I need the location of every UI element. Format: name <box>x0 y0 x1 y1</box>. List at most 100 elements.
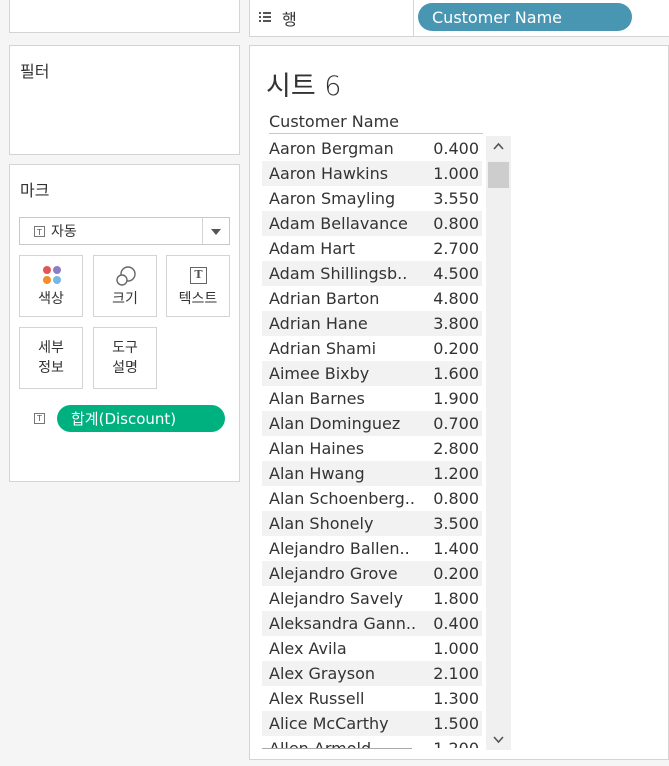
customer-name-cell: Aleksandra Gann.. <box>269 614 417 633</box>
customer-name-cell: Alan Dominguez <box>269 414 401 433</box>
customer-name-pill[interactable]: Customer Name <box>418 3 632 31</box>
scrollbar-thumb[interactable] <box>488 162 509 188</box>
customer-name-cell: Aaron Hawkins <box>269 164 389 183</box>
table-row[interactable]: Alan Barnes 1.900 <box>262 386 482 411</box>
customer-name-cell: Alejandro Ballen.. <box>269 539 410 558</box>
discount-sum-pill[interactable]: 합계(Discount) <box>57 405 225 432</box>
discount-value-cell: 1.000 <box>433 164 479 183</box>
size-circles-icon <box>116 266 136 286</box>
table-row[interactable]: Alan Hwang 1.200 <box>262 461 482 486</box>
customer-name-cell: Adam Shillingsb.. <box>269 264 408 283</box>
pages-card <box>9 0 240 33</box>
mark-type-label: 자동 <box>51 224 77 240</box>
discount-value-cell: 0.800 <box>433 214 479 233</box>
filters-card[interactable]: 필터 <box>9 45 240 155</box>
text-t-icon[interactable]: T <box>34 413 45 424</box>
customer-name-cell: Adrian Hane <box>269 314 368 333</box>
discount-value-cell: 0.200 <box>433 564 479 583</box>
rows-list-icon <box>259 12 271 22</box>
filters-title: 필터 <box>20 62 50 81</box>
customer-name-cell: Alex Russell <box>269 689 365 708</box>
vertical-scrollbar[interactable] <box>486 136 511 750</box>
discount-value-cell: 1.200 <box>433 739 479 748</box>
customer-name-cell: Adrian Shami <box>269 339 377 358</box>
text-mark-icon: T <box>34 225 45 237</box>
chevron-up-icon[interactable] <box>486 136 511 158</box>
customer-name-cell: Alice McCarthy <box>269 714 389 733</box>
table-row[interactable]: Alejandro Ballen.. 1.400 <box>262 536 482 561</box>
discount-value-cell: 1.400 <box>433 539 479 558</box>
discount-value-cell: 1.000 <box>433 639 479 658</box>
table-row[interactable]: Alan Shonely 3.500 <box>262 511 482 536</box>
table-row[interactable]: Alex Grayson 2.100 <box>262 661 482 686</box>
discount-value-cell: 2.100 <box>433 664 479 683</box>
table-row[interactable]: Aaron Bergman 0.400 <box>262 136 482 161</box>
table-row[interactable]: Alice McCarthy 1.500 <box>262 711 482 736</box>
customer-name-cell: Allen Armold <box>269 739 423 748</box>
table-row[interactable]: Alan Haines 2.800 <box>262 436 482 461</box>
discount-value-cell: 2.800 <box>433 439 479 458</box>
discount-value-cell: 3.550 <box>433 189 479 208</box>
table-row[interactable]: Alejandro Savely 1.800 <box>262 586 482 611</box>
table-row[interactable]: Aaron Hawkins 1.000 <box>262 161 482 186</box>
data-table: Aaron Bergman 0.400 Aaron Hawkins 1.000 Aaro… <box>262 136 482 748</box>
discount-value-cell: 2.700 <box>433 239 479 258</box>
discount-value-cell: 0.200 <box>433 339 479 358</box>
customer-name-cell: Alejandro Grove <box>269 564 398 583</box>
color-button[interactable]: 색상 <box>19 255 83 317</box>
customer-name-cell: Aaron Bergman <box>269 139 394 158</box>
tooltip-label-line2: 설명 <box>112 360 138 376</box>
table-row[interactable]: Aaron Smayling 3.550 <box>262 186 482 211</box>
discount-value-cell: 4.500 <box>433 264 479 283</box>
customer-name-cell: Adrian Barton <box>269 289 380 308</box>
customer-name-cell: Alex Avila <box>269 639 347 658</box>
discount-value-cell: 0.800 <box>433 489 479 508</box>
customer-name-cell: Alex Grayson <box>269 664 376 683</box>
discount-value-cell: 1.200 <box>433 464 479 483</box>
customer-name-cell: Adam Bellavance <box>269 214 408 233</box>
table-bottom-border <box>262 748 412 749</box>
discount-value-cell: 1.600 <box>433 364 479 383</box>
discount-value-cell: 0.700 <box>433 414 479 433</box>
customer-name-cell: Adam Hart <box>269 239 355 258</box>
customer-name-cell: Alan Schoenberg.. <box>269 489 415 508</box>
table-row[interactable]: Adam Hart 2.700 <box>262 236 482 261</box>
table-row[interactable]: Aleksandra Gann.. 0.400 <box>262 611 482 636</box>
shelf-separator <box>413 0 414 36</box>
table-row[interactable]: Alan Dominguez 0.700 <box>262 411 482 436</box>
customer-name-cell: Alan Shonely <box>269 514 374 533</box>
chevron-down-icon[interactable] <box>211 229 221 235</box>
table-row[interactable]: Alex Avila 1.000 <box>262 636 482 661</box>
worksheet-view: 시트 6 Customer Name Aaron Bergman 0.400 Aar… <box>249 45 669 760</box>
table-row[interactable]: Adrian Shami 0.200 <box>262 336 482 361</box>
dropdown-separator <box>202 218 203 244</box>
detail-button[interactable]: 세부 정보 <box>19 327 83 389</box>
table-row[interactable]: Alex Russell 1.300 <box>262 686 482 711</box>
discount-value-cell: 3.500 <box>433 514 479 533</box>
mark-type-dropdown[interactable]: T 자동 <box>19 217 230 245</box>
text-t-icon: T <box>190 267 207 284</box>
table-row[interactable]: Allen Armold 1.200 <box>262 736 482 748</box>
discount-value-cell: 1.500 <box>433 714 479 733</box>
table-row[interactable]: Adam Bellavance 0.800 <box>262 211 482 236</box>
discount-value-cell: 3.800 <box>433 314 479 333</box>
table-row[interactable]: Adrian Hane 3.800 <box>262 311 482 336</box>
table-row[interactable]: Adrian Barton 4.800 <box>262 286 482 311</box>
size-button[interactable]: 크기 <box>93 255 157 317</box>
customer-name-cell: Alan Haines <box>269 439 365 458</box>
customer-name-cell: Alejandro Savely <box>269 589 404 608</box>
table-row[interactable]: Aimee Bixby 1.600 <box>262 361 482 386</box>
tooltip-button[interactable]: 도구 설명 <box>93 327 157 389</box>
table-row[interactable]: Adam Shillingsb.. 4.500 <box>262 261 482 286</box>
chevron-down-icon[interactable] <box>486 728 511 750</box>
rows-shelf: 행 Customer Name <box>249 0 669 37</box>
table-row[interactable]: Alejandro Grove 0.200 <box>262 561 482 586</box>
column-header[interactable]: Customer Name <box>269 112 483 134</box>
marks-field-row: T 합계(Discount) <box>34 405 225 432</box>
tableau-workspace: 필터 마크 T 자동 색상 크기 T 텍스트 세부 정보 도구 설명 T 합계(… <box>0 0 669 766</box>
text-button[interactable]: T 텍스트 <box>166 255 230 317</box>
marks-title: 마크 <box>20 181 50 200</box>
table-row[interactable]: Alan Schoenberg.. 0.800 <box>262 486 482 511</box>
customer-name-cell: Aimee Bixby <box>269 364 370 383</box>
sheet-title[interactable]: 시트 6 <box>266 64 341 103</box>
